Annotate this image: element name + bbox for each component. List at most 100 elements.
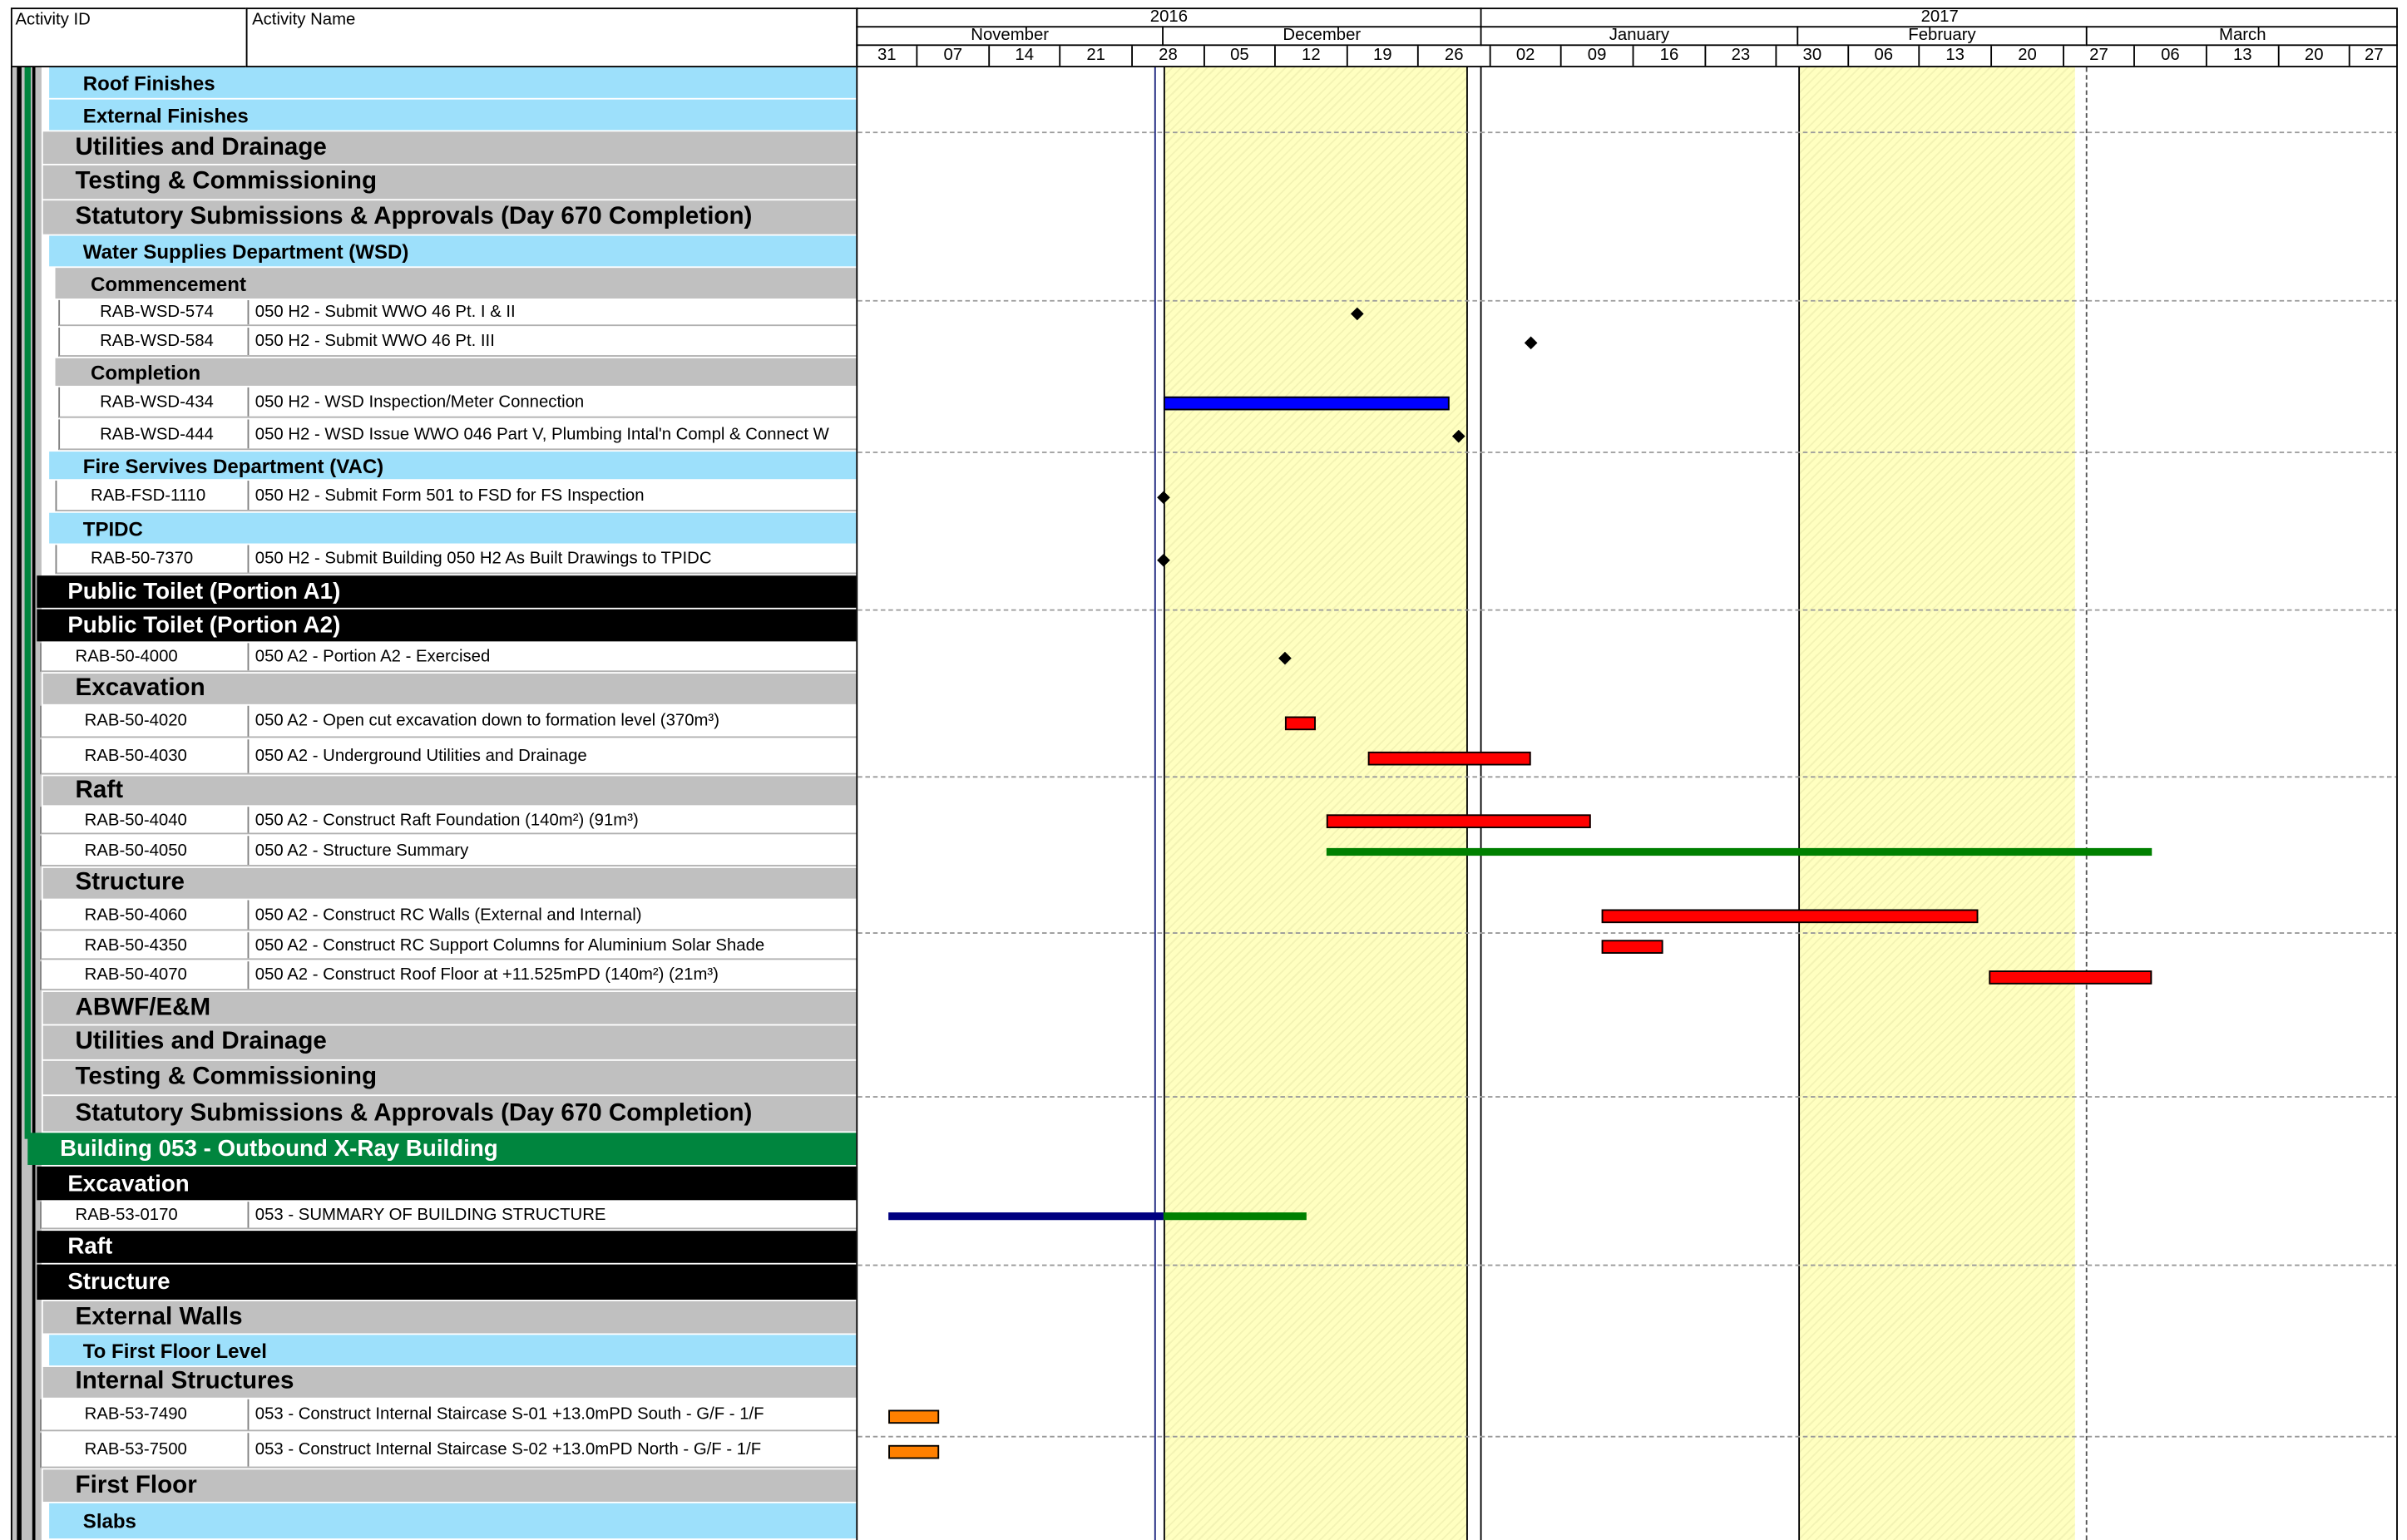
- timescale-week: 27: [2063, 46, 2133, 67]
- wbs-band[interactable]: Public Toilet (Portion A1): [37, 575, 857, 608]
- wbs-band[interactable]: External Finishes: [49, 99, 857, 131]
- wbs-band[interactable]: Testing & Commissioning: [42, 1060, 857, 1095]
- wbs-band[interactable]: Roof Finishes: [49, 67, 857, 98]
- header-activity-id-cell[interactable]: Activity ID: [10, 7, 248, 68]
- period-divider-line: [2085, 67, 2088, 1540]
- activity-id: RAB-50-4050: [84, 841, 187, 860]
- activity-name: 053 - SUMMARY OF BUILDING STRUCTURE: [247, 1202, 857, 1228]
- activity-name: 050 A2 - Construct Raft Foundation (140m…: [247, 807, 857, 833]
- wbs-band[interactable]: Utilities and Drainage: [42, 131, 857, 164]
- activity-bar[interactable]: [1163, 1212, 1307, 1221]
- activity-id: RAB-50-4000: [75, 647, 178, 666]
- gantt-gridline: [858, 1435, 2397, 1438]
- activity-row[interactable]: RAB-50-4060 050 A2 - Construct RC Walls (…: [40, 900, 857, 931]
- activity-id: RAB-50-4040: [84, 810, 187, 829]
- wbs-band-label: Excavation: [67, 1170, 190, 1197]
- wbs-band[interactable]: Testing & Commissioning: [42, 165, 857, 200]
- activity-bar[interactable]: [887, 1409, 940, 1424]
- wbs-band[interactable]: Commencement: [55, 268, 857, 299]
- activity-row[interactable]: RAB-50-7370 050 H2 - Submit Building 050 …: [55, 545, 857, 575]
- activity-row[interactable]: RAB-50-4350 050 A2 - Construct RC Support…: [40, 932, 857, 960]
- wbs-band[interactable]: External Walls: [42, 1301, 857, 1334]
- wbs-band[interactable]: First Floor: [42, 1469, 857, 1502]
- wbs-band[interactable]: Structure: [37, 1264, 857, 1300]
- wbs-band-label: Utilities and Drainage: [75, 1029, 327, 1055]
- timescale-month: December: [1162, 26, 1480, 47]
- wbs-band[interactable]: Structure: [42, 867, 857, 899]
- wbs-band[interactable]: Internal Structures: [42, 1366, 857, 1398]
- wbs-band-label: Utilities and Drainage: [75, 134, 327, 160]
- wbs-band[interactable]: Public Toilet (Portion A2): [37, 609, 857, 642]
- activity-row[interactable]: RAB-50-4020 050 A2 - Open cut excavation …: [40, 705, 857, 738]
- data-date-line: [1154, 67, 1156, 1540]
- wbs-band-label: Fire Servives Department (VAC): [82, 453, 384, 477]
- wbs-band[interactable]: TPIDC: [49, 512, 857, 544]
- wbs-band-label: TPIDC: [82, 516, 143, 540]
- activity-row[interactable]: RAB-50-4070 050 A2 - Construct Roof Floor…: [40, 961, 857, 991]
- activity-bar[interactable]: [1367, 750, 1530, 765]
- activity-row[interactable]: RAB-WSD-444 050 H2 - WSD Issue WWO 046 Pa…: [58, 419, 857, 451]
- timescale-week: 09: [1559, 46, 1633, 67]
- wbs-band[interactable]: Excavation: [37, 1166, 857, 1201]
- activity-name: 053 - Construct Internal Staircase S-01 …: [247, 1399, 857, 1430]
- wbs-band[interactable]: Water Supplies Department (WSD): [49, 235, 857, 267]
- timescale-week: 20: [1990, 46, 2063, 67]
- wbs-band-label: Statutory Submissions & Approvals (Day 6…: [75, 203, 753, 230]
- wbs-band[interactable]: Utilities and Drainage: [42, 1025, 857, 1059]
- wbs-band[interactable]: Raft: [37, 1231, 857, 1263]
- activity-id: RAB-53-7490: [84, 1404, 187, 1424]
- activity-row[interactable]: RAB-FSD-1110 050 H2 - Submit Form 501 to …: [55, 481, 857, 511]
- wbs-band-label: Raft: [75, 777, 124, 803]
- activity-bar[interactable]: [1601, 909, 1979, 924]
- activity-row[interactable]: RAB-50-4030 050 A2 - Underground Utilitie…: [40, 739, 857, 775]
- activity-id: RAB-FSD-1110: [91, 486, 206, 505]
- activity-row[interactable]: RAB-WSD-584 050 H2 - Submit WWO 46 Pt. II…: [58, 327, 857, 357]
- milestone-marker[interactable]: [1524, 336, 1537, 350]
- activity-bar[interactable]: [1285, 715, 1317, 730]
- wbs-band[interactable]: Slabs: [49, 1503, 857, 1539]
- activity-id: RAB-WSD-444: [100, 424, 214, 443]
- activity-bar[interactable]: [1326, 814, 1592, 828]
- activity-bar[interactable]: [1163, 396, 1449, 411]
- activity-id: RAB-50-4030: [84, 747, 187, 766]
- activity-row[interactable]: RAB-WSD-434 050 H2 - WSD Inspection/Meter…: [58, 387, 857, 418]
- wbs-band[interactable]: Raft: [42, 776, 857, 806]
- wbs-band[interactable]: Completion: [55, 358, 857, 386]
- activity-bar[interactable]: [1326, 847, 2152, 856]
- wbs-band[interactable]: Excavation: [42, 674, 857, 704]
- activity-id: RAB-WSD-584: [100, 332, 214, 351]
- activity-bar[interactable]: [887, 1212, 1164, 1221]
- header-activity-name-cell[interactable]: Activity Name: [245, 7, 858, 68]
- activity-row[interactable]: RAB-50-4040 050 A2 - Construct Raft Found…: [40, 807, 857, 835]
- schedule-view: Activity ID Activity Name Roof Finishes E…: [0, 0, 2407, 1540]
- activity-id: RAB-50-7370: [91, 549, 194, 568]
- wbs-band[interactable]: Building 053 - Outbound X-Ray Building: [27, 1133, 857, 1165]
- wbs-band-label: To First Floor Level: [82, 1338, 267, 1362]
- timescale-week: 23: [1704, 46, 1775, 67]
- year-divider-line: [1480, 67, 1482, 1540]
- gantt-gridline: [858, 131, 2397, 134]
- gantt-gridline: [858, 932, 2397, 934]
- activity-row[interactable]: RAB-53-7490 053 - Construct Internal Stai…: [40, 1399, 857, 1432]
- activity-id: RAB-WSD-574: [100, 303, 214, 322]
- activity-row[interactable]: RAB-50-4050 050 A2 - Structure Summary: [40, 836, 857, 866]
- timescale-month: March: [2085, 26, 2398, 47]
- activity-row[interactable]: RAB-WSD-574 050 H2 - Submit WWO 46 Pt. I …: [58, 299, 857, 327]
- timescale-week: 13: [2205, 46, 2278, 67]
- wbs-band[interactable]: ABWF/E&M: [42, 991, 857, 1024]
- wbs-band[interactable]: To First Floor Level: [49, 1335, 857, 1366]
- header-activity-id: Activity ID: [15, 10, 91, 29]
- wbs-band[interactable]: Statutory Submissions & Approvals (Day 6…: [42, 200, 857, 234]
- activity-row[interactable]: RAB-53-0170 053 - SUMMARY OF BUILDING STR…: [40, 1202, 857, 1230]
- activity-row[interactable]: RAB-50-4000 050 A2 - Portion A2 - Exercis…: [40, 643, 857, 673]
- activity-name: 050 A2 - Underground Utilities and Drain…: [247, 739, 857, 773]
- wbs-band[interactable]: Statutory Submissions & Approvals (Day 6…: [42, 1096, 857, 1132]
- holiday-shade-1: [1163, 67, 1468, 1540]
- activity-bar[interactable]: [1601, 940, 1663, 954]
- activity-id: RAB-50-4060: [84, 905, 187, 925]
- activity-bar[interactable]: [887, 1444, 940, 1459]
- activity-bar[interactable]: [1989, 970, 2152, 984]
- wbs-band[interactable]: Fire Servives Department (VAC): [49, 452, 857, 480]
- timescale-week: 13: [1918, 46, 1990, 67]
- activity-row[interactable]: RAB-53-7500 053 - Construct Internal Stai…: [40, 1433, 857, 1468]
